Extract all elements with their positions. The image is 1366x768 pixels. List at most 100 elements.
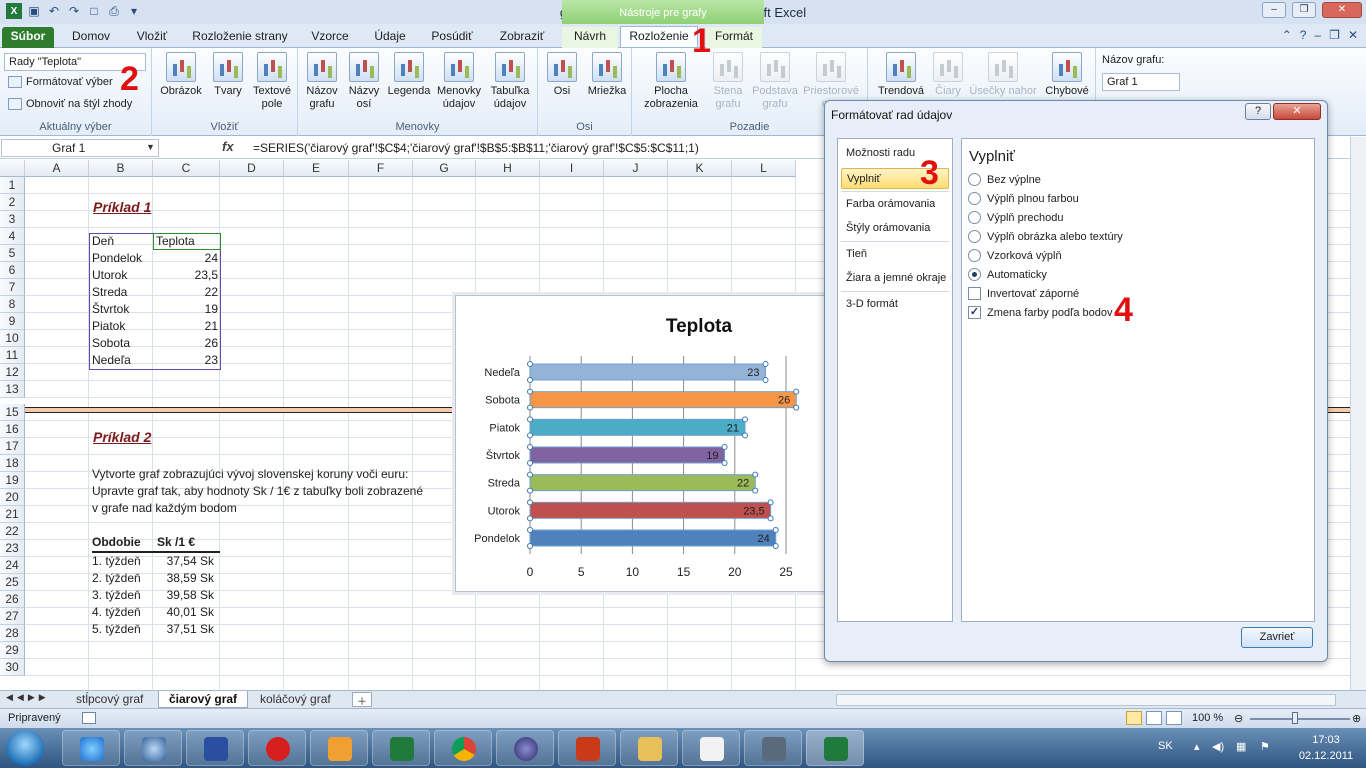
checkbox[interactable] (968, 287, 981, 300)
row-header-22[interactable]: 22 (0, 523, 25, 540)
taskbar-resize-tool[interactable] (682, 730, 740, 766)
tab-layout[interactable]: Rozloženie (620, 26, 698, 47)
taskbar-paint-app[interactable] (248, 730, 306, 766)
column-header-g[interactable]: G (413, 160, 476, 177)
close-window-icon[interactable]: ✕ (1322, 2, 1362, 18)
language-indicator[interactable]: SK (1158, 740, 1173, 752)
bar-handle[interactable] (767, 515, 774, 522)
volume-icon[interactable]: ◀) (1212, 740, 1224, 753)
data-labels-button[interactable]: Menovky údajov (434, 52, 484, 111)
nav-item-5[interactable]: Tieň (841, 244, 949, 265)
taskbar-pen-tool[interactable] (744, 730, 802, 766)
bar-handle[interactable] (527, 416, 533, 423)
check-option-2[interactable]: ✓ Zmena farby podľa bodov (968, 306, 1113, 319)
row-header-11[interactable]: 11 (0, 347, 25, 364)
help-icon[interactable]: ? (1300, 28, 1307, 42)
row-header-7[interactable]: 7 (0, 279, 25, 296)
nav-item-6[interactable]: Žiara a jemné okraje (841, 268, 949, 289)
bar-handle[interactable] (527, 543, 533, 549)
table2-rate-cell[interactable]: 39,58 Sk (156, 587, 214, 604)
radio-button[interactable] (968, 192, 981, 205)
table1-day-cell[interactable]: Nedeľa (92, 352, 131, 369)
column-header-a[interactable]: A (25, 160, 89, 177)
bar-handle[interactable] (527, 432, 533, 439)
chart-title[interactable]: Teplota (666, 316, 733, 337)
radio-button[interactable] (968, 230, 981, 243)
axis-titles-button[interactable]: Názvy osí (344, 52, 384, 111)
bar-handle[interactable] (527, 377, 533, 383)
bar-handle[interactable] (793, 388, 800, 395)
nav-item-7[interactable]: 3-D formát (841, 294, 949, 315)
bar-handle[interactable] (793, 404, 800, 411)
dialog-help-button[interactable]: ? (1245, 103, 1271, 120)
bar-handle[interactable] (527, 388, 533, 395)
row-header-9[interactable]: 9 (0, 313, 25, 330)
chart-floor-button[interactable]: Podstava grafu (750, 52, 800, 111)
collapse-ribbon-icon[interactable]: ⌃ (1282, 28, 1292, 42)
bar-handle[interactable] (527, 460, 533, 466)
bar-handle[interactable] (527, 404, 533, 411)
security-icon[interactable]: ⚑ (1260, 740, 1270, 753)
bar-handle[interactable] (762, 377, 769, 383)
sheet-nav-arrows-icon[interactable]: ◀◀▶▶ (6, 692, 50, 703)
name-box[interactable]: Graf 1 (1, 139, 159, 157)
table2-period-cell[interactable]: 3. týždeň (92, 587, 141, 604)
row-header-13[interactable]: 13 (0, 381, 25, 398)
fill-option-2[interactable]: Výplň plnou farbou (968, 192, 1079, 205)
row-header-6[interactable]: 6 (0, 262, 25, 279)
bar-5[interactable] (529, 418, 746, 436)
table2-period-cell[interactable]: 4. týždeň (92, 604, 141, 621)
clock-time[interactable]: 17:03 (1296, 734, 1356, 746)
data-label[interactable]: 22 (737, 478, 749, 490)
table1-temp-cell[interactable]: 21 (156, 318, 218, 335)
column-header-k[interactable]: K (668, 160, 732, 177)
taskbar-ie[interactable] (62, 730, 120, 766)
column-header-h[interactable]: H (476, 160, 540, 177)
fill-option-1[interactable]: Bez výplne (968, 173, 1041, 186)
row-header-28[interactable]: 28 (0, 625, 25, 642)
macro-record-icon[interactable] (82, 712, 96, 724)
taskbar-excel-active[interactable] (806, 730, 864, 766)
taskbar-save-app[interactable] (186, 730, 244, 766)
insert-function-icon[interactable]: fx (222, 139, 234, 154)
radio-button[interactable] (968, 173, 981, 186)
row-header-16[interactable]: 16 (0, 421, 25, 438)
row-header-25[interactable]: 25 (0, 574, 25, 591)
network-icon[interactable]: ▦ (1236, 740, 1246, 753)
dialog-close-button[interactable]: Zavrieť (1241, 627, 1313, 648)
table1-day-cell[interactable]: Utorok (92, 267, 127, 284)
table1-temp-cell[interactable]: 23 (156, 352, 218, 369)
table2-rate-cell[interactable]: 40,01 Sk (156, 604, 214, 621)
chart-name-input[interactable]: Graf 1 (1102, 73, 1180, 91)
bar-handle[interactable] (772, 527, 779, 533)
bar-handle[interactable] (742, 432, 749, 439)
fill-option-4[interactable]: Výplň obrázka alebo textúry (968, 230, 1123, 243)
zoom-level[interactable]: 100 % (1192, 712, 1223, 724)
bar-handle[interactable] (527, 361, 533, 367)
row-header-27[interactable]: 27 (0, 608, 25, 625)
nav-item-4[interactable]: Štýly orámovania (841, 218, 949, 239)
minimize-icon[interactable]: – (1262, 2, 1286, 18)
checkbox[interactable]: ✓ (968, 306, 981, 319)
row-header-2[interactable]: 2 (0, 194, 25, 211)
taskbar-thunderbird[interactable] (124, 730, 182, 766)
bar-handle[interactable] (767, 499, 774, 506)
doc-minimize-icon[interactable]: – (1314, 28, 1321, 42)
table1-day-cell[interactable]: Streda (92, 284, 127, 301)
fill-option-5[interactable]: Vzorková výplň (968, 249, 1062, 262)
bar-4[interactable] (529, 446, 726, 464)
bar-1[interactable] (529, 529, 777, 547)
column-header-l[interactable]: L (732, 160, 796, 177)
column-header-c[interactable]: C (153, 160, 220, 177)
bar-handle[interactable] (752, 471, 759, 478)
table1-temp-cell[interactable]: 26 (156, 335, 218, 352)
horizontal-scrollbar[interactable] (836, 694, 1336, 706)
column-header-e[interactable]: E (284, 160, 349, 177)
table2-period-cell[interactable]: 1. týždeň (92, 553, 141, 570)
bar-handle[interactable] (742, 416, 749, 423)
plot-area-button[interactable]: Plocha zobrazenia (636, 52, 706, 111)
gridlines-button[interactable]: Mriežka (584, 52, 630, 98)
clock-date[interactable]: 02.12.2011 (1296, 750, 1356, 762)
select-all-corner[interactable] (0, 160, 25, 177)
row-header-29[interactable]: 29 (0, 642, 25, 659)
